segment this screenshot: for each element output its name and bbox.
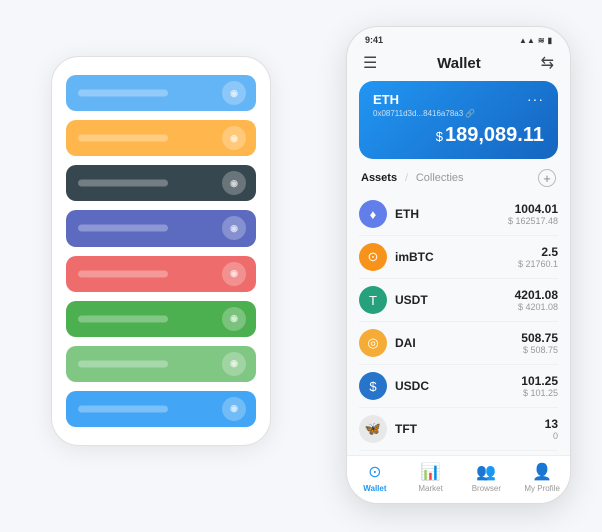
token-values: 2.5$ 21760.1	[518, 245, 558, 269]
card-row: ◉	[66, 301, 256, 337]
nav-label: Market	[418, 484, 442, 493]
assets-tabs: Assets / Collecties	[361, 172, 464, 184]
token-values: 4201.08$ 4201.08	[515, 288, 558, 312]
signal-icon: ▲▲	[519, 36, 535, 45]
nav-label: Browser	[472, 484, 501, 493]
token-name: DAI	[395, 336, 521, 350]
token-icon: ◎	[359, 329, 387, 357]
wifi-icon: ≋	[538, 36, 545, 45]
token-values: 130	[545, 417, 558, 441]
token-icon: ⊙	[359, 243, 387, 271]
eth-balance-value: 189,089.11	[445, 124, 544, 146]
token-name: USDC	[395, 379, 521, 393]
card-row: ◉	[66, 346, 256, 382]
eth-card[interactable]: ETH ··· 0x08711d3d...8416a78a3 🔗 $189,08…	[359, 81, 558, 159]
scene: ◉ ◉ ◉ ◉ ◉ ◉ ◉ ◉ 9:41 ▲▲ ≋ ▮ ☰ Wallet ⇆ ETH ··· …	[21, 16, 581, 516]
token-icon: $	[359, 372, 387, 400]
token-row[interactable]: T USDT4201.08$ 4201.08	[359, 279, 558, 322]
eth-card-label: ETH	[373, 92, 399, 107]
card-row: ◉	[66, 210, 256, 246]
eth-card-menu[interactable]: ···	[527, 91, 544, 107]
nav-item-my-profile[interactable]: 👤 My Profile	[514, 462, 570, 493]
nav-item-wallet[interactable]: ⊙ Wallet	[347, 462, 403, 493]
token-name: USDT	[395, 293, 515, 307]
tab-assets[interactable]: Assets	[361, 172, 397, 184]
token-usd: $ 101.25	[521, 388, 558, 398]
top-bar: ☰ Wallet ⇆	[347, 49, 570, 81]
token-name: ETH	[395, 207, 508, 221]
eth-balance: $189,089.11	[373, 124, 544, 147]
token-amount: 1004.01	[508, 202, 558, 216]
token-usd: 0	[545, 431, 558, 441]
token-row[interactable]: 🦋 TFT130	[359, 408, 558, 451]
hamburger-icon[interactable]: ☰	[363, 53, 377, 73]
add-token-button[interactable]: +	[538, 169, 556, 187]
token-row[interactable]: ◎ DAI508.75$ 508.75	[359, 322, 558, 365]
token-row[interactable]: $ USDC101.25$ 101.25	[359, 365, 558, 408]
status-icons: ▲▲ ≋ ▮	[519, 36, 552, 45]
card-row: ◉	[66, 120, 256, 156]
token-name: imBTC	[395, 250, 518, 264]
bottom-nav: ⊙ Wallet 📊 Market 👥 Browser 👤 My Profile	[347, 455, 570, 503]
token-row[interactable]: ⊙ imBTC2.5$ 21760.1	[359, 236, 558, 279]
token-amount: 4201.08	[515, 288, 558, 302]
token-amount: 101.25	[521, 374, 558, 388]
card-row: ◉	[66, 165, 256, 201]
token-amount: 2.5	[518, 245, 558, 259]
main-phone: 9:41 ▲▲ ≋ ▮ ☰ Wallet ⇆ ETH ··· 0x08711d3…	[346, 26, 571, 504]
token-amount: 13	[545, 417, 558, 431]
nav-item-browser[interactable]: 👥 Browser	[459, 462, 515, 493]
card-row: ◉	[66, 391, 256, 427]
card-row: ◉	[66, 256, 256, 292]
token-usd: $ 21760.1	[518, 259, 558, 269]
token-icon: T	[359, 286, 387, 314]
nav-item-market[interactable]: 📊 Market	[403, 462, 459, 493]
token-values: 101.25$ 101.25	[521, 374, 558, 398]
eth-balance-symbol: $	[436, 129, 443, 144]
token-list: ♦ ETH1004.01$ 162517.48 ⊙ imBTC2.5$ 21760.1…	[347, 193, 570, 455]
token-usd: $ 508.75	[521, 345, 558, 355]
assets-header: Assets / Collecties +	[347, 169, 570, 193]
eth-address: 0x08711d3d...8416a78a3 🔗	[373, 109, 544, 118]
card-row: ◉	[66, 75, 256, 111]
token-row[interactable]: ♦ ETH1004.01$ 162517.48	[359, 193, 558, 236]
nav-icon: 👥	[476, 462, 496, 482]
nav-icon: 📊	[421, 462, 441, 482]
token-icon: 🦋	[359, 415, 387, 443]
battery-icon: ▮	[548, 36, 552, 45]
scan-icon[interactable]: ⇆	[541, 53, 554, 73]
page-title: Wallet	[437, 55, 481, 72]
nav-label: My Profile	[524, 484, 560, 493]
nav-label: Wallet	[363, 484, 386, 493]
token-usd: $ 162517.48	[508, 216, 558, 226]
background-phone: ◉ ◉ ◉ ◉ ◉ ◉ ◉ ◉	[51, 56, 271, 446]
token-amount: 508.75	[521, 331, 558, 345]
token-values: 508.75$ 508.75	[521, 331, 558, 355]
status-bar: 9:41 ▲▲ ≋ ▮	[347, 27, 570, 49]
nav-icon: ⊙	[368, 462, 381, 482]
tab-collecties[interactable]: Collecties	[416, 172, 464, 184]
tab-divider: /	[405, 173, 408, 184]
time: 9:41	[365, 35, 383, 45]
token-values: 1004.01$ 162517.48	[508, 202, 558, 226]
token-name: TFT	[395, 422, 545, 436]
token-icon: ♦	[359, 200, 387, 228]
nav-icon: 👤	[532, 462, 552, 482]
token-usd: $ 4201.08	[515, 302, 558, 312]
